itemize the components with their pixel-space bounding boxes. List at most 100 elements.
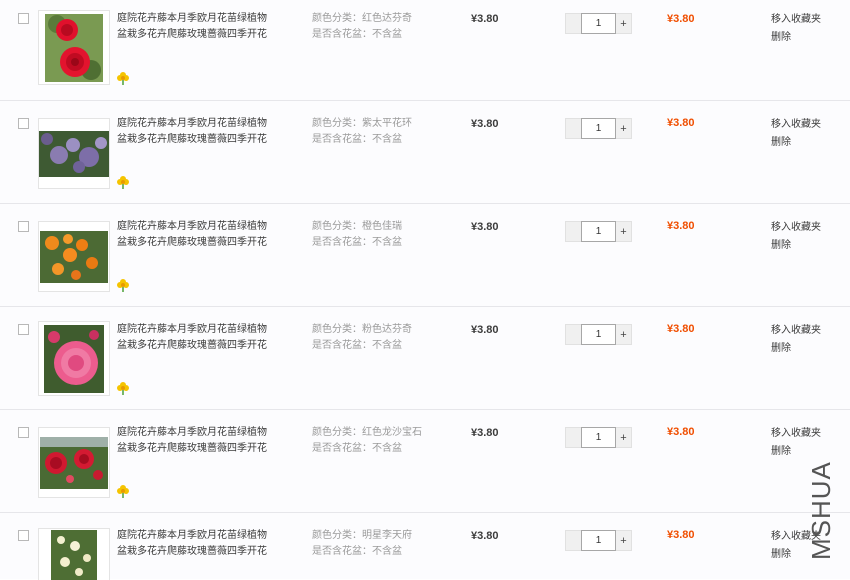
item-subtotal: ¥3.80 xyxy=(667,426,695,438)
item-properties: 颜色分类：红色达芬奇 是否含花盆：不含盆 xyxy=(312,11,412,43)
color-category: 颜色分类：红色龙沙宝石 xyxy=(312,427,422,438)
product-title-line: 盆栽多花卉爬藤玫瑰蔷薇四季开花 xyxy=(117,237,267,248)
decrease-quantity-button[interactable] xyxy=(565,427,581,448)
quantity-input[interactable] xyxy=(581,221,616,242)
product-title-line: 庭院花卉藤本月季欧月花苗绿植物 xyxy=(117,118,267,129)
product-title-link[interactable]: 庭院花卉藤本月季欧月花苗绿植物 盆栽多花卉爬藤玫瑰蔷薇四季开花 xyxy=(117,11,277,43)
item-properties: 颜色分类：明星李天府 是否含花盆：不含盆 xyxy=(312,528,412,560)
quantity-input[interactable] xyxy=(581,530,616,551)
quantity-input[interactable] xyxy=(581,13,616,34)
item-subtotal: ¥3.80 xyxy=(667,13,695,25)
pot-option: 是否含花盆：不含盆 xyxy=(312,237,402,248)
increase-quantity-button[interactable]: + xyxy=(616,221,632,242)
cart-item-row: 庭院花卉藤本月季欧月花苗绿植物 盆栽多花卉爬藤玫瑰蔷薇四季开花 颜色分类：明星李… xyxy=(0,512,850,580)
purple-rose-image[interactable] xyxy=(38,118,110,189)
product-title-line: 盆栽多花卉爬藤玫瑰蔷薇四季开花 xyxy=(117,134,267,145)
product-title-link[interactable]: 庭院花卉藤本月季欧月花苗绿植物 盆栽多花卉爬藤玫瑰蔷薇四季开花 xyxy=(117,322,277,354)
increase-quantity-button[interactable]: + xyxy=(616,118,632,139)
product-title-line: 庭院花卉藤本月季欧月花苗绿植物 xyxy=(117,427,267,438)
item-properties: 颜色分类：紫太平花环 是否含花盆：不含盆 xyxy=(312,116,412,148)
flower-badge-icon xyxy=(117,279,129,292)
color-category: 颜色分类：紫太平花环 xyxy=(312,118,412,129)
decrease-quantity-button[interactable] xyxy=(565,118,581,139)
quantity-input[interactable] xyxy=(581,324,616,345)
item-actions: 移入收藏夹 删除 xyxy=(771,425,821,461)
move-to-favorites-link[interactable]: 移入收藏夹 xyxy=(771,219,821,237)
quantity-stepper: + xyxy=(565,530,632,551)
increase-quantity-button[interactable]: + xyxy=(616,13,632,34)
white-rose-image[interactable] xyxy=(38,528,110,580)
quantity-input[interactable] xyxy=(581,427,616,448)
pot-option: 是否含花盆：不含盆 xyxy=(312,546,402,557)
quantity-stepper: + xyxy=(565,13,632,34)
product-title-line: 庭院花卉藤本月季欧月花苗绿植物 xyxy=(117,13,267,24)
unit-price: ¥3.80 xyxy=(471,118,499,130)
item-actions: 移入收藏夹 删除 xyxy=(771,219,821,255)
red-rose-image[interactable] xyxy=(38,10,110,85)
flower-badge-icon xyxy=(117,382,129,395)
color-category: 颜色分类：橙色佳瑞 xyxy=(312,221,402,232)
item-checkbox[interactable] xyxy=(18,324,29,335)
item-actions: 移入收藏夹 删除 xyxy=(771,11,821,47)
pink-rose-image[interactable] xyxy=(38,321,110,396)
delete-link[interactable]: 删除 xyxy=(771,134,821,152)
item-subtotal: ¥3.80 xyxy=(667,117,695,129)
decrease-quantity-button[interactable] xyxy=(565,530,581,551)
product-title-link[interactable]: 庭院花卉藤本月季欧月花苗绿植物 盆栽多花卉爬藤玫瑰蔷薇四季开花 xyxy=(117,528,277,560)
item-properties: 颜色分类：粉色达芬奇 是否含花盆：不含盆 xyxy=(312,322,412,354)
color-category: 颜色分类：红色达芬奇 xyxy=(312,13,412,24)
item-checkbox[interactable] xyxy=(18,427,29,438)
product-title-link[interactable]: 庭院花卉藤本月季欧月花苗绿植物 盆栽多花卉爬藤玫瑰蔷薇四季开花 xyxy=(117,219,277,251)
quantity-stepper: + xyxy=(565,427,632,448)
product-title-line: 庭院花卉藤本月季欧月花苗绿植物 xyxy=(117,530,267,541)
cart-item-row: 庭院花卉藤本月季欧月花苗绿植物 盆栽多花卉爬藤玫瑰蔷薇四季开花 颜色分类：紫太平… xyxy=(0,100,850,203)
quantity-stepper: + xyxy=(565,118,632,139)
delete-link[interactable]: 删除 xyxy=(771,237,821,255)
item-checkbox[interactable] xyxy=(18,118,29,129)
increase-quantity-button[interactable]: + xyxy=(616,530,632,551)
increase-quantity-button[interactable]: + xyxy=(616,427,632,448)
pot-option: 是否含花盆：不含盆 xyxy=(312,340,402,351)
decrease-quantity-button[interactable] xyxy=(565,221,581,242)
unit-price: ¥3.80 xyxy=(471,427,499,439)
cart-item-row: 庭院花卉藤本月季欧月花苗绿植物 盆栽多花卉爬藤玫瑰蔷薇四季开花 颜色分类：粉色达… xyxy=(0,306,850,409)
product-title-line: 盆栽多花卉爬藤玫瑰蔷薇四季开花 xyxy=(117,340,267,351)
item-properties: 颜色分类：红色龙沙宝石 是否含花盆：不含盆 xyxy=(312,425,422,457)
delete-link[interactable]: 删除 xyxy=(771,29,821,47)
flower-badge-icon xyxy=(117,485,129,498)
move-to-favorites-link[interactable]: 移入收藏夹 xyxy=(771,425,821,443)
item-subtotal: ¥3.80 xyxy=(667,220,695,232)
increase-quantity-button[interactable]: + xyxy=(616,324,632,345)
red-rose-bush-image[interactable] xyxy=(38,427,110,498)
move-to-favorites-link[interactable]: 移入收藏夹 xyxy=(771,116,821,134)
pot-option: 是否含花盆：不含盆 xyxy=(312,134,402,145)
product-title-link[interactable]: 庭院花卉藤本月季欧月花苗绿植物 盆栽多花卉爬藤玫瑰蔷薇四季开花 xyxy=(117,116,277,148)
product-title-line: 盆栽多花卉爬藤玫瑰蔷薇四季开花 xyxy=(117,443,267,454)
flower-badge-icon xyxy=(117,72,129,85)
item-checkbox[interactable] xyxy=(18,530,29,541)
item-properties: 颜色分类：橙色佳瑞 是否含花盆：不含盆 xyxy=(312,219,402,251)
item-actions: 移入收藏夹 删除 xyxy=(771,322,821,358)
unit-price: ¥3.80 xyxy=(471,13,499,25)
cart-item-row: 庭院花卉藤本月季欧月花苗绿植物 盆栽多花卉爬藤玫瑰蔷薇四季开花 颜色分类：橙色佳… xyxy=(0,203,850,306)
unit-price: ¥3.80 xyxy=(471,530,499,542)
cart-item-row: 庭院花卉藤本月季欧月花苗绿植物 盆栽多花卉爬藤玫瑰蔷薇四季开花 颜色分类：红色达… xyxy=(0,0,850,103)
pot-option: 是否含花盆：不含盆 xyxy=(312,443,402,454)
decrease-quantity-button[interactable] xyxy=(565,13,581,34)
item-checkbox[interactable] xyxy=(18,13,29,24)
delete-link[interactable]: 删除 xyxy=(771,340,821,358)
color-category: 颜色分类：粉色达芬奇 xyxy=(312,324,412,335)
item-subtotal: ¥3.80 xyxy=(667,323,695,335)
product-title-line: 盆栽多花卉爬藤玫瑰蔷薇四季开花 xyxy=(117,546,267,557)
quantity-stepper: + xyxy=(565,324,632,345)
move-to-favorites-link[interactable]: 移入收藏夹 xyxy=(771,322,821,340)
product-title-line: 庭院花卉藤本月季欧月花苗绿植物 xyxy=(117,324,267,335)
quantity-input[interactable] xyxy=(581,118,616,139)
item-checkbox[interactable] xyxy=(18,221,29,232)
product-title-link[interactable]: 庭院花卉藤本月季欧月花苗绿植物 盆栽多花卉爬藤玫瑰蔷薇四季开花 xyxy=(117,425,277,457)
orange-rose-image[interactable] xyxy=(38,221,110,292)
watermark-text: MSHUA xyxy=(806,461,836,560)
delete-link[interactable]: 删除 xyxy=(771,443,821,461)
move-to-favorites-link[interactable]: 移入收藏夹 xyxy=(771,11,821,29)
decrease-quantity-button[interactable] xyxy=(565,324,581,345)
